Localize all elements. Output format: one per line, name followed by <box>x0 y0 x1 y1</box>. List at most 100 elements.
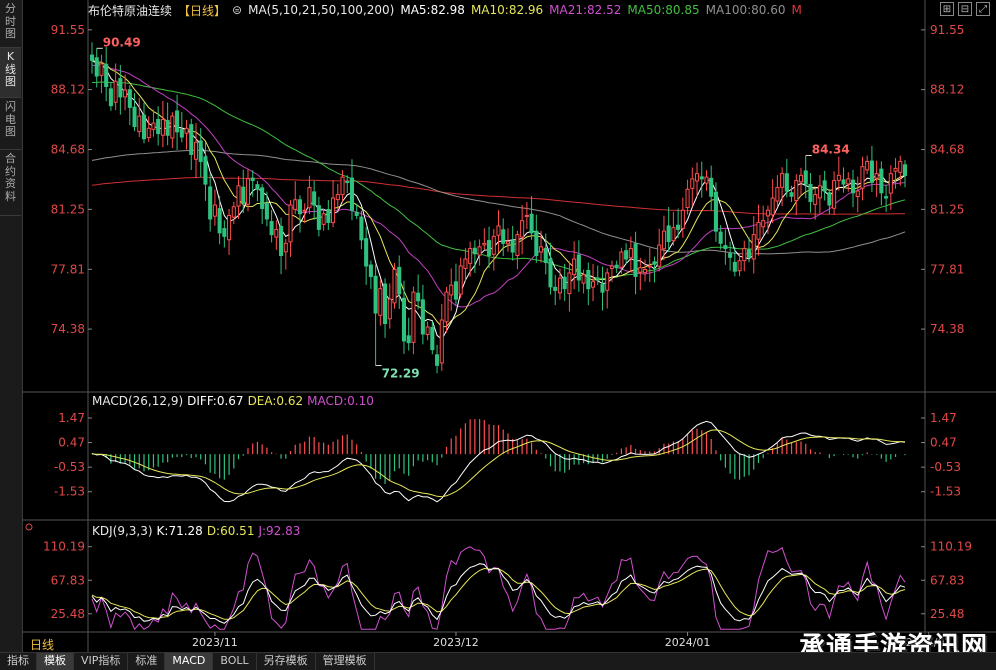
candle-body <box>279 225 284 257</box>
candle-body <box>269 221 274 236</box>
bottom-tab-5[interactable]: BOLL <box>213 653 257 670</box>
candle-body <box>661 230 666 250</box>
candle-body <box>784 173 789 192</box>
candle-body <box>671 227 676 242</box>
candle-body <box>236 185 241 207</box>
candle-body <box>123 89 128 98</box>
price-tick-right: 81.25 <box>930 202 964 216</box>
candle-body <box>803 170 808 185</box>
candle-body <box>293 199 298 210</box>
kdj-d-line <box>91 567 906 620</box>
price-tick-right: 84.68 <box>930 143 964 157</box>
candle-body <box>728 253 733 258</box>
candle-body <box>619 251 624 268</box>
candle-body <box>581 274 586 284</box>
candle-body <box>576 254 581 281</box>
candle-body <box>836 174 841 181</box>
bottom-tab-4[interactable]: MACD <box>165 653 214 670</box>
candle-body <box>553 286 558 291</box>
period-label[interactable]: 日线 <box>30 636 54 653</box>
candle-body <box>212 204 217 217</box>
candle-body <box>723 245 728 250</box>
candle-body <box>392 268 397 304</box>
candle-body <box>425 326 430 336</box>
kline-chart[interactable]: 91.55 91.55 88.12 88.12 84.68 84.68 81.25 81.25… <box>0 0 996 669</box>
candle-body <box>127 89 132 108</box>
candle-body <box>652 261 657 265</box>
candle-body <box>794 180 799 202</box>
candle-body <box>855 190 860 198</box>
candle-body <box>501 229 506 244</box>
candle-body <box>898 160 903 173</box>
candle-body <box>264 203 269 220</box>
candle-body <box>354 211 359 216</box>
bottom-tab-7[interactable]: 管理模板 <box>316 653 375 670</box>
candle-body <box>798 174 804 183</box>
candle-body <box>179 129 184 138</box>
candle-body <box>368 264 373 277</box>
candle-body <box>680 209 685 229</box>
candle-body <box>789 192 794 197</box>
candle-body <box>274 228 279 238</box>
candle-body <box>416 292 421 302</box>
candle-body <box>104 63 109 87</box>
candle-body <box>260 187 265 209</box>
candle-body <box>420 299 425 335</box>
candle-body <box>184 127 189 134</box>
candle-body <box>775 187 780 202</box>
candle-body <box>108 88 113 107</box>
candle-body <box>628 248 633 259</box>
candle-body <box>860 166 865 189</box>
candle-body <box>156 118 161 135</box>
candle-body <box>902 164 908 176</box>
candle-body <box>165 119 170 136</box>
kdj-tick-right: 67.83 <box>930 573 964 587</box>
candle-body <box>288 204 293 243</box>
price-tick-left: 77.81 <box>51 262 85 276</box>
candle-body <box>378 288 383 316</box>
candle-body <box>345 181 350 184</box>
extreme-price-label: 90.49 <box>103 35 141 49</box>
ma5-line <box>91 59 906 340</box>
candle-body <box>439 319 444 364</box>
bottom-tab-3[interactable]: 标准 <box>128 653 166 670</box>
kdj-tick-left: 25.48 <box>51 607 85 621</box>
candle-body <box>241 186 246 204</box>
candle-body <box>406 335 411 344</box>
bottom-tab-6[interactable]: 另存模板 <box>257 653 316 670</box>
candle-body <box>99 63 104 76</box>
candle-body <box>893 167 898 172</box>
candle-body <box>713 191 718 232</box>
candle-body <box>557 277 562 294</box>
candle-body <box>572 258 577 275</box>
candle-body <box>765 209 770 217</box>
macd-tick-left: 1.47 <box>58 411 85 425</box>
candle-body <box>113 80 118 103</box>
candle-body <box>297 199 303 215</box>
candle-body <box>231 206 236 218</box>
candle-body <box>468 248 473 264</box>
candle-body <box>822 180 827 192</box>
candle-body <box>472 247 477 255</box>
price-tick-left: 81.25 <box>51 202 85 216</box>
candle-body <box>841 179 846 185</box>
candle-body <box>832 180 837 209</box>
candle-body <box>874 173 879 179</box>
candle-body <box>397 266 402 295</box>
macd-tick-left: -0.53 <box>54 460 85 474</box>
price-tick-right: 77.81 <box>930 262 964 276</box>
candle-body <box>383 283 388 325</box>
candle-body <box>307 187 312 209</box>
bottom-tab-1[interactable]: 模板 <box>37 653 74 670</box>
candle-body <box>808 183 813 203</box>
candle-body <box>524 214 529 217</box>
candle-body <box>699 176 704 180</box>
candle-body <box>401 297 407 342</box>
candle-body <box>283 242 288 253</box>
candle-body <box>751 234 756 260</box>
candle-body <box>709 177 714 197</box>
bottom-tab-2[interactable]: VIP指标 <box>74 653 129 670</box>
candle-body <box>543 247 548 264</box>
bottom-tab-0[interactable]: 指标 <box>0 653 37 670</box>
candle-body <box>349 177 355 211</box>
